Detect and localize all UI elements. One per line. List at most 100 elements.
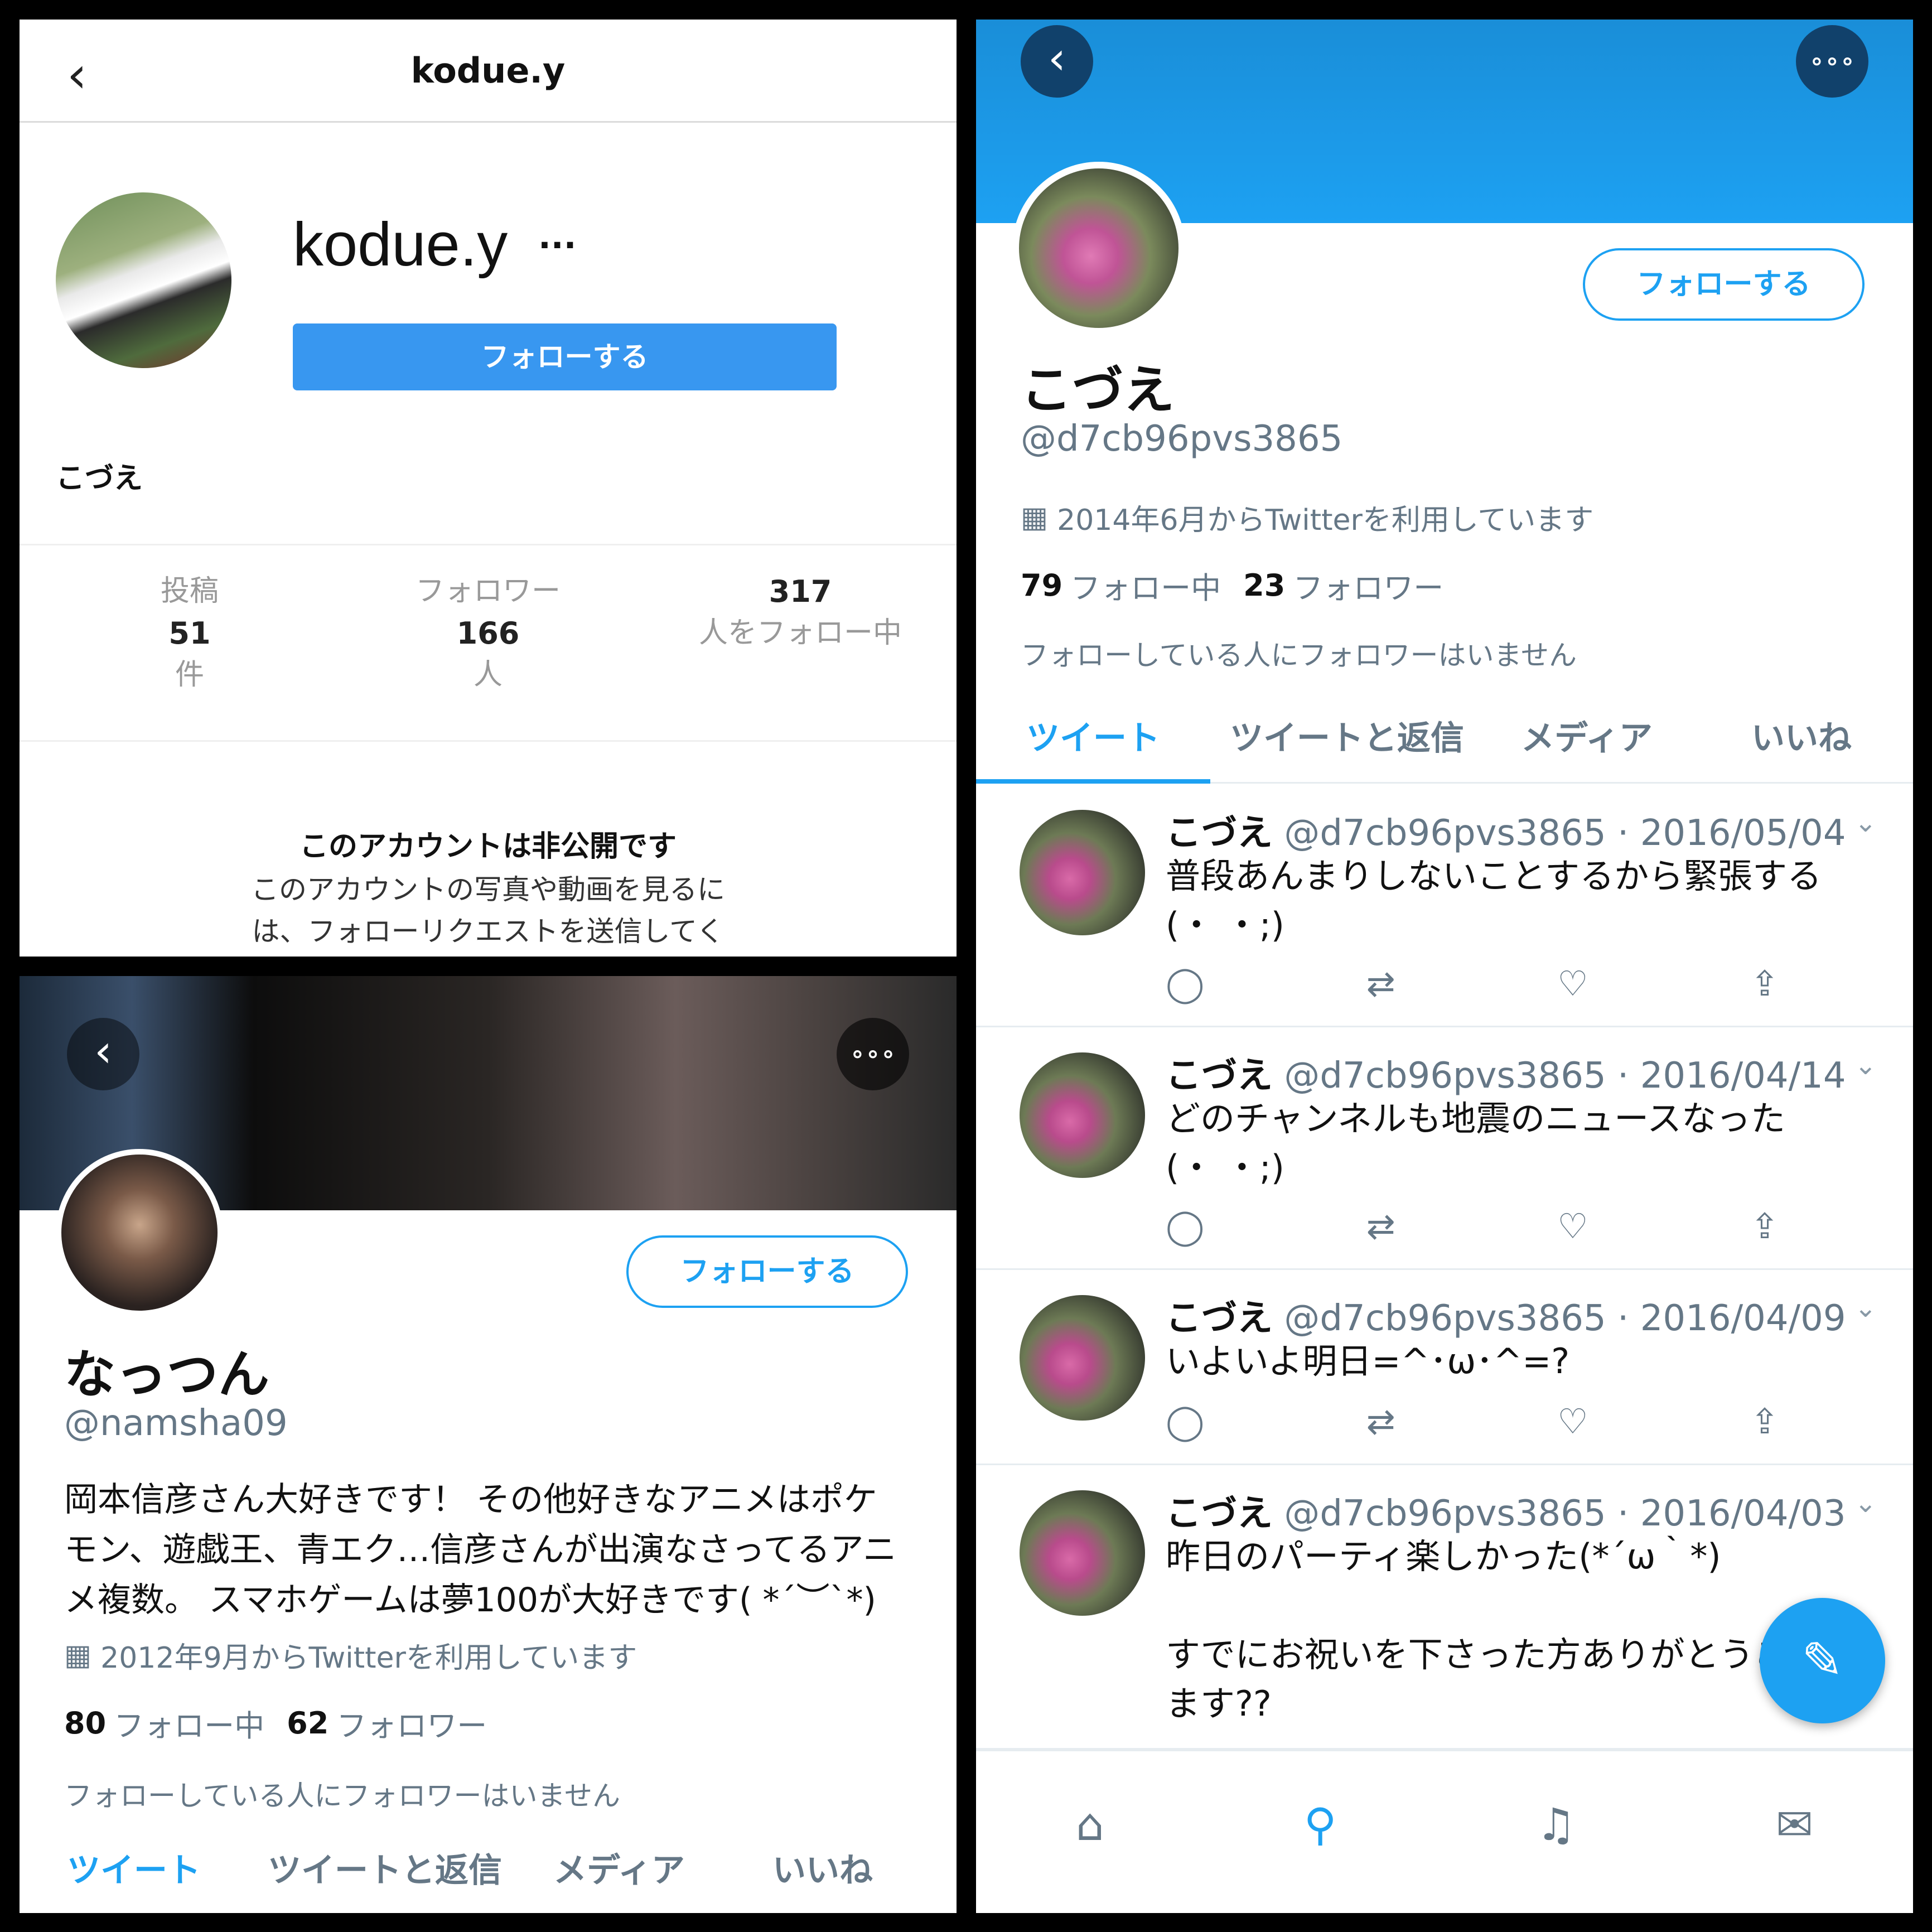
twitter-profile-panel-right: ‹ ∘∘∘ フォローする こづえ @d7cb96pvs3865 ▦ 2014年6… bbox=[976, 20, 1913, 1913]
tweet-meta: @d7cb96pvs3865 · 2016/05/04 bbox=[1284, 813, 1846, 854]
reply-icon[interactable]: ◯ bbox=[1166, 963, 1204, 1004]
tweet[interactable]: こづえ @d7cb96pvs3865 · 2016/05/04 ⌄ 普段あんまり… bbox=[976, 785, 1913, 1027]
profile-name: こづえ bbox=[1021, 360, 1175, 420]
tweet-avatar[interactable] bbox=[1020, 1490, 1145, 1616]
tab-likes[interactable]: いいね bbox=[1690, 711, 1913, 782]
ig-follow-button[interactable]: フォローする bbox=[293, 323, 837, 390]
tweet-avatar[interactable] bbox=[1020, 810, 1145, 935]
instagram-profile-panel: ‹ kodue.y kodue.y ··· フォローする こづえ 投稿 51 件… bbox=[20, 20, 957, 957]
tab-tweets-replies[interactable]: ツイートと返信 bbox=[1210, 711, 1484, 782]
tweet-line: いよいよ明日=^･ω･^=? bbox=[1166, 1341, 1570, 1382]
tweet-line: すでにお祝いを下さった方ありがとうご bbox=[1166, 1634, 1789, 1675]
chevron-down-icon[interactable]: ⌄ bbox=[1854, 807, 1877, 838]
private-text-2: は、フォローリクエストを送信してく bbox=[252, 915, 724, 948]
chevron-down-icon[interactable]: ⌄ bbox=[1854, 1487, 1877, 1519]
tab-tweets[interactable]: ツイート bbox=[976, 711, 1210, 784]
bio-line-2: モン、遊戯王、青エク…信彦さんが出演なさってるアニ bbox=[64, 1530, 897, 1569]
avatar[interactable] bbox=[56, 1149, 223, 1316]
tweet-text: どのチャンネルも地震のニュースなった (・ ・;) bbox=[1166, 1094, 1846, 1192]
private-title: このアカウントは非公開です bbox=[299, 830, 677, 863]
following-count[interactable]: 79 bbox=[1021, 568, 1062, 603]
tweet-line bbox=[1166, 1581, 1846, 1630]
joined-row: ▦ 2012年9月からTwitterを利用しています bbox=[64, 1634, 637, 1676]
followers-count[interactable]: 62 bbox=[287, 1706, 329, 1741]
more-icon[interactable]: ∘∘∘ bbox=[1796, 25, 1868, 98]
tweet[interactable]: こづえ @d7cb96pvs3865 · 2016/04/14 ⌄ どのチャンネ… bbox=[976, 1027, 1913, 1270]
chevron-down-icon[interactable]: ⌄ bbox=[1854, 1292, 1877, 1324]
tweet-text: 普段あんまりしないことするから緊張する (・ ・;) bbox=[1166, 852, 1846, 950]
tweet-header: こづえ @d7cb96pvs3865 · 2016/04/09 bbox=[1166, 1289, 1846, 1341]
back-icon[interactable]: ‹ bbox=[67, 1018, 139, 1090]
profile-handle: @d7cb96pvs3865 bbox=[1021, 418, 1343, 460]
tweet-author[interactable]: こづえ bbox=[1166, 813, 1273, 854]
tab-media[interactable]: メディア bbox=[521, 1843, 717, 1892]
tweet-avatar[interactable] bbox=[1020, 1295, 1145, 1421]
compose-icon[interactable]: ✎ bbox=[1760, 1598, 1885, 1723]
following-label[interactable]: フォロー中 bbox=[114, 1701, 264, 1745]
stat-posts[interactable]: 投稿 51 件 bbox=[45, 571, 335, 696]
like-icon[interactable]: ♡ bbox=[1557, 1206, 1588, 1247]
tweet-meta: @d7cb96pvs3865 · 2016/04/09 bbox=[1284, 1298, 1846, 1339]
reply-icon[interactable]: ◯ bbox=[1166, 1206, 1204, 1247]
like-icon[interactable]: ♡ bbox=[1557, 1401, 1588, 1442]
back-icon[interactable]: ‹ bbox=[1021, 25, 1093, 98]
following-label[interactable]: フォロー中 bbox=[1070, 563, 1221, 607]
search-icon[interactable]: ⚲ bbox=[1304, 1799, 1337, 1851]
more-icon[interactable]: ··· bbox=[538, 226, 576, 265]
retweet-icon[interactable]: ⇄ bbox=[1366, 963, 1395, 1004]
followers-label[interactable]: フォロワー bbox=[1293, 563, 1443, 607]
reply-icon[interactable]: ◯ bbox=[1166, 1401, 1204, 1442]
retweet-icon[interactable]: ⇄ bbox=[1366, 1401, 1395, 1442]
tab-media[interactable]: メディア bbox=[1484, 711, 1690, 782]
no-followers-note: フォローしている人にフォロワーはいません bbox=[1021, 639, 1577, 672]
calendar-icon: ▦ bbox=[64, 1638, 92, 1672]
avatar[interactable] bbox=[56, 192, 231, 368]
stat-value: 51 bbox=[168, 616, 211, 651]
tab-tweets-replies[interactable]: ツイートと返信 bbox=[248, 1843, 521, 1892]
ig-header: ‹ kodue.y bbox=[20, 20, 957, 123]
tweet-line: (・ ・;) bbox=[1166, 1147, 1284, 1188]
mail-icon[interactable]: ✉ bbox=[1776, 1799, 1813, 1851]
follow-counts: 80 フォロー中 62 フォロワー bbox=[64, 1701, 487, 1745]
stat-followers[interactable]: フォロワー 166 人 bbox=[343, 571, 633, 696]
tweet-line: どのチャンネルも地震のニュースなった bbox=[1166, 1098, 1786, 1139]
tab-likes[interactable]: いいね bbox=[717, 1843, 929, 1892]
tweet-line: ます?? bbox=[1166, 1683, 1272, 1724]
tweet-header: こづえ @d7cb96pvs3865 · 2016/05/04 bbox=[1166, 804, 1846, 856]
stat-unit: 人 bbox=[473, 658, 503, 692]
share-icon[interactable]: ⇪ bbox=[1750, 1206, 1779, 1247]
share-icon[interactable]: ⇪ bbox=[1750, 1401, 1779, 1442]
bottom-nav: ⌂ ⚲ ♫ ✉ bbox=[976, 1750, 1913, 1913]
private-text-1: このアカウントの写真や動画を見るに bbox=[251, 873, 725, 906]
tweet-author[interactable]: こづえ bbox=[1166, 1493, 1273, 1534]
calendar-icon: ▦ bbox=[1021, 500, 1049, 534]
follow-button[interactable]: フォローする bbox=[626, 1235, 908, 1308]
home-icon[interactable]: ⌂ bbox=[1076, 1799, 1104, 1851]
tweet-actions: ◯ ⇄ ♡ ⇪ bbox=[1166, 1206, 1779, 1247]
bell-icon[interactable]: ♫ bbox=[1536, 1799, 1576, 1851]
share-icon[interactable]: ⇪ bbox=[1750, 963, 1779, 1004]
followers-count[interactable]: 23 bbox=[1243, 568, 1285, 603]
tweet-line: 普段あんまりしないことするから緊張する bbox=[1166, 856, 1822, 896]
follow-button[interactable]: フォローする bbox=[1583, 248, 1865, 321]
profile-tabs: ツイート ツイートと返信 メディア いいね bbox=[976, 711, 1913, 784]
tweet[interactable]: こづえ @d7cb96pvs3865 · 2016/04/09 ⌄ いよいよ明日… bbox=[976, 1270, 1913, 1465]
followers-label[interactable]: フォロワー bbox=[336, 1701, 487, 1745]
stat-value: 166 bbox=[456, 616, 520, 651]
following-count[interactable]: 80 bbox=[64, 1706, 106, 1741]
tab-tweets[interactable]: ツイート bbox=[20, 1843, 248, 1892]
tweet[interactable]: こづえ @d7cb96pvs3865 · 2016/04/03 ⌄ 昨日のパーテ… bbox=[976, 1465, 1913, 1750]
chevron-down-icon[interactable]: ⌄ bbox=[1854, 1050, 1877, 1081]
retweet-icon[interactable]: ⇄ bbox=[1366, 1206, 1395, 1247]
stat-following[interactable]: 317 人をフォロー中 bbox=[655, 571, 945, 654]
ig-stats: 投稿 51 件 フォロワー 166 人 317 人をフォロー中 bbox=[20, 544, 957, 742]
tweet-author[interactable]: こづえ bbox=[1166, 1298, 1273, 1339]
stat-unit: 人をフォロー中 bbox=[698, 616, 902, 650]
tweet-line: (・ ・;) bbox=[1166, 905, 1284, 945]
tweet-avatar[interactable] bbox=[1020, 1052, 1145, 1178]
avatar[interactable] bbox=[1012, 162, 1185, 335]
more-icon[interactable]: ∘∘∘ bbox=[837, 1018, 909, 1090]
tweet-author[interactable]: こづえ bbox=[1166, 1055, 1273, 1097]
like-icon[interactable]: ♡ bbox=[1557, 963, 1588, 1004]
ig-header-title: kodue.y bbox=[410, 50, 566, 91]
